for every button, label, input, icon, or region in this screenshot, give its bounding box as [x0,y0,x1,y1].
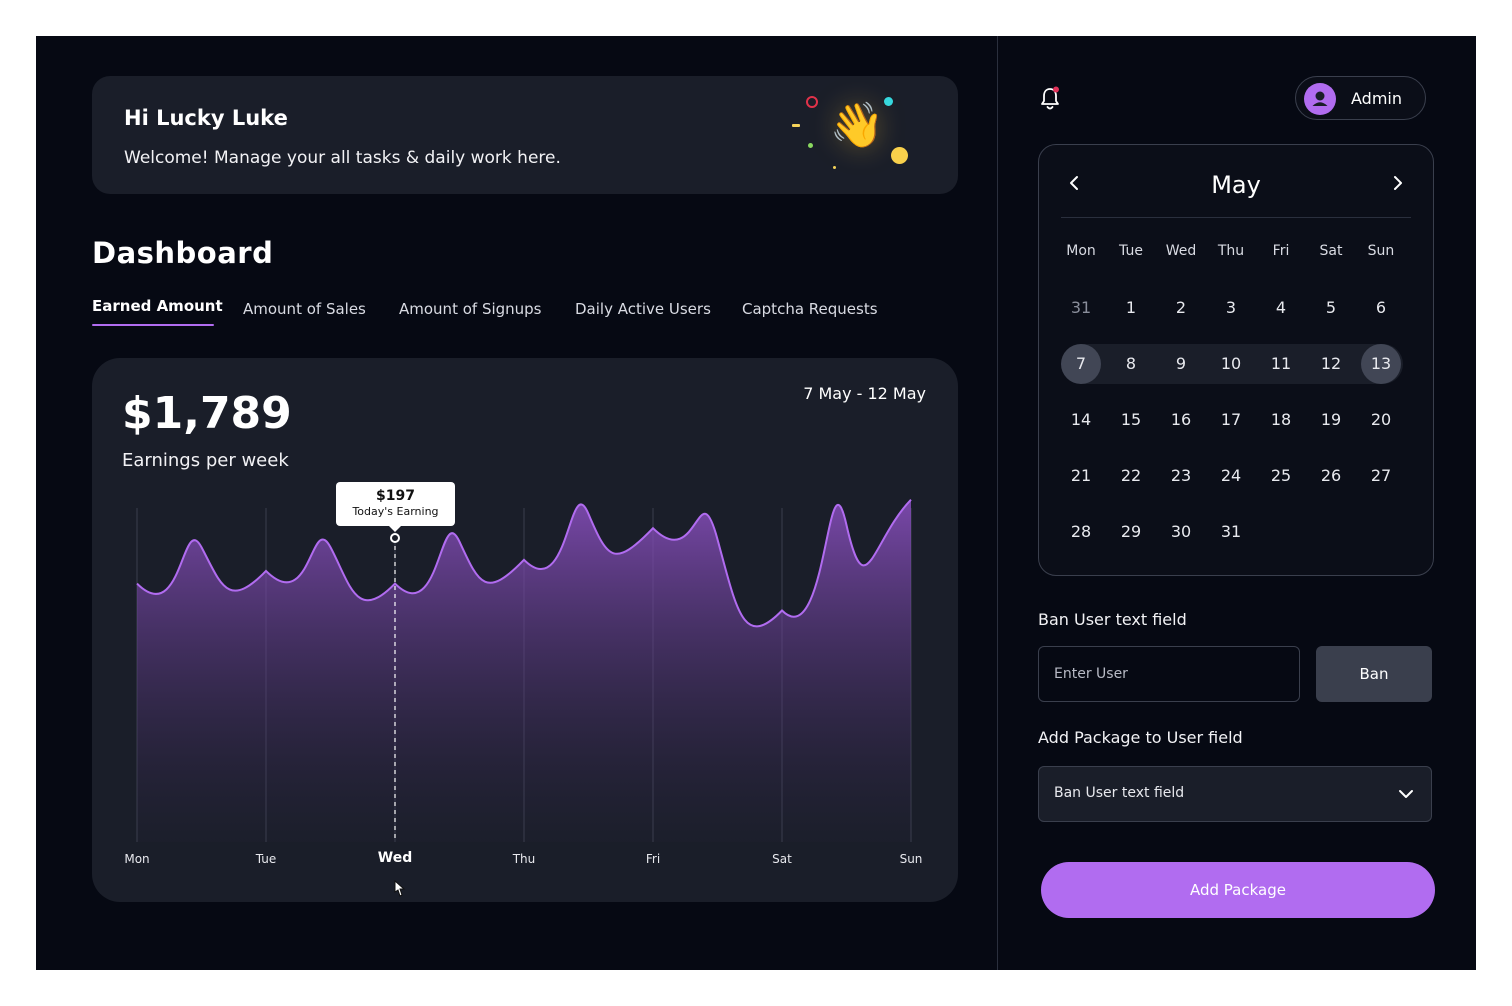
calendar-day[interactable]: 6 [1361,288,1401,328]
calendar-day[interactable]: 18 [1261,400,1301,440]
calendar-day[interactable]: 13 [1361,344,1401,384]
calendar-day[interactable]: 27 [1361,456,1401,496]
add-package-label: Add Package to User field [1038,728,1243,747]
confetti-dot [792,124,800,127]
package-select-value: Ban User text field [1054,785,1185,801]
calendar-month: May [1211,171,1261,199]
tab-earned-amount[interactable]: Earned Amount [92,297,223,315]
tooltip-arrow [389,526,401,532]
package-select[interactable]: Ban User text field [1038,766,1432,822]
ban-user-input[interactable] [1038,646,1300,702]
x-tick-label: Sat [772,852,792,866]
main-panel: Hi Lucky Luke Welcome! Manage your all t… [36,36,997,970]
calendar-next-button[interactable] [1391,173,1405,199]
calendar-day[interactable]: 4 [1261,288,1301,328]
tab-amount-of-sales[interactable]: Amount of Sales [243,300,366,318]
calendar-day[interactable]: 2 [1161,288,1201,328]
chevron-right-icon [1394,176,1402,190]
ban-button[interactable]: Ban [1316,646,1432,702]
ban-user-label: Ban User text field [1038,610,1187,629]
user-menu-button[interactable]: Admin [1295,76,1426,120]
welcome-banner: Hi Lucky Luke Welcome! Manage your all t… [92,76,958,194]
tooltip-label: Today's Earning [352,505,439,518]
calendar-day[interactable]: 10 [1211,344,1251,384]
pointer-cursor-icon [392,879,406,902]
calendar-day[interactable]: 20 [1361,400,1401,440]
tab-captcha-requests[interactable]: Captcha Requests [742,300,878,318]
waving-hand-icon: 👋 [829,100,885,151]
calendar: May Mon Tue Wed Thu Fri Sat Sun 31 1 2 3 4 5 6 7 8 9 10 11… [1038,144,1434,576]
confetti-dot [808,143,813,148]
app-window: Hi Lucky Luke Welcome! Manage your all t… [36,36,1476,970]
calendar-day[interactable]: 25 [1261,456,1301,496]
hover-point[interactable] [390,533,400,543]
x-tick-label: Fri [645,852,661,866]
confetti-dot [806,96,818,108]
right-sidebar: Admin May Mon Tue Wed Thu Fri Sat Sun 31 1 2 3 4 5 6 7… [997,36,1476,970]
weekday-header: Wed [1165,243,1197,259]
calendar-day[interactable]: 12 [1311,344,1351,384]
calendar-day[interactable]: 28 [1061,512,1101,552]
weekday-header: Fri [1272,243,1290,259]
calendar-day[interactable]: 30 [1161,512,1201,552]
weekday-header: Sat [1319,243,1343,259]
add-package-button[interactable]: Add Package [1041,862,1435,918]
x-tick-label: Wed [377,850,413,866]
weekday-header: Tue [1119,243,1143,259]
calendar-day[interactable]: 8 [1111,344,1151,384]
tab-amount-of-signups[interactable]: Amount of Signups [399,300,542,318]
calendar-day[interactable]: 11 [1261,344,1301,384]
tooltip-value: $197 [376,488,415,504]
weekday-header: Sun [1367,243,1395,259]
calendar-day[interactable]: 19 [1311,400,1351,440]
tab-daily-active-users[interactable]: Daily Active Users [575,300,711,318]
calendar-day[interactable]: 16 [1161,400,1201,440]
calendar-day[interactable]: 23 [1161,456,1201,496]
page-title: Dashboard [92,236,274,270]
confetti-dot [833,166,836,169]
bell-icon[interactable] [1038,86,1062,112]
calendar-day[interactable]: 29 [1111,512,1151,552]
calendar-day[interactable]: 9 [1161,344,1201,384]
confetti-dot [891,147,908,164]
calendar-day[interactable]: 5 [1311,288,1351,328]
calendar-divider [1061,217,1411,218]
greeting: Hi Lucky Luke [124,106,288,130]
calendar-day[interactable]: 22 [1111,456,1151,496]
earnings-area-chart [136,498,912,842]
user-name: Admin [1351,89,1402,108]
calendar-day[interactable]: 17 [1211,400,1251,440]
calendar-day[interactable]: 1 [1111,288,1151,328]
weekday-header: Mon [1066,243,1096,259]
chart-tooltip: $197 Today's Earning [336,482,455,532]
user-icon [1312,91,1328,106]
calendar-day[interactable]: 3 [1211,288,1251,328]
active-tab-indicator [92,324,214,326]
calendar-day[interactable]: 7 [1061,344,1101,384]
calendar-day[interactable]: 31 [1211,512,1251,552]
avatar [1304,83,1336,115]
welcome-message: Welcome! Manage your all tasks & daily w… [124,148,561,168]
x-tick-label: Tue [255,852,277,866]
chevron-down-icon [1399,790,1413,798]
calendar-day[interactable]: 24 [1211,456,1251,496]
calendar-day[interactable]: 26 [1311,456,1351,496]
weekday-header: Thu [1217,243,1245,259]
calendar-day[interactable]: 21 [1061,456,1101,496]
calendar-day[interactable]: 15 [1111,400,1151,440]
calendar-day[interactable]: 31 [1061,288,1101,328]
calendar-day[interactable]: 14 [1061,400,1101,440]
earnings-chart-card: $1,789 Earnings per week 7 May - 12 May … [92,358,958,902]
x-tick-label: Thu [512,852,536,866]
x-tick-label: Sun [899,852,923,866]
x-tick-label: Mon [124,852,150,866]
